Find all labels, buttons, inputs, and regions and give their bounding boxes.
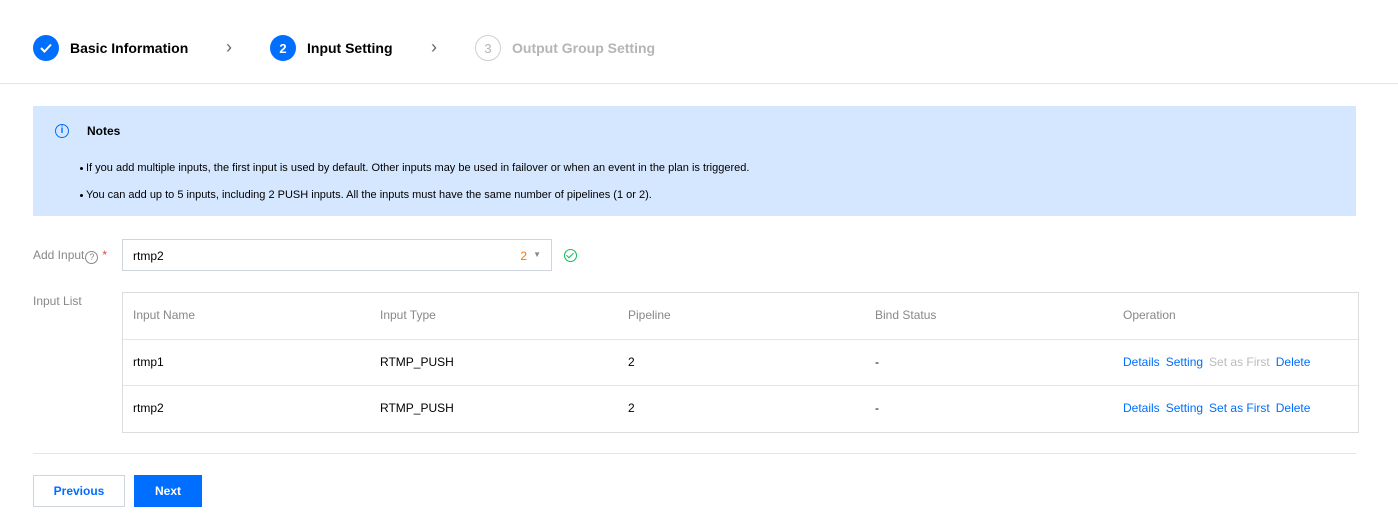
chevron-right-icon: › (431, 37, 437, 57)
step-label: Output Group Setting (512, 40, 656, 56)
details-link[interactable]: Details (1123, 401, 1160, 415)
column-header: Bind Status (875, 308, 937, 322)
column-header: Pipeline (628, 308, 671, 322)
help-icon[interactable]: ? (85, 251, 99, 264)
input-name: rtmp1 (133, 355, 164, 369)
operations: Details Setting Set as First Delete (1123, 355, 1316, 369)
step-basic-information[interactable]: Basic Information (33, 34, 188, 62)
setting-link[interactable]: Setting (1166, 355, 1203, 369)
bind-status: - (875, 355, 879, 369)
step-number: 3 (475, 35, 501, 61)
note-item: You can add up to 5 inputs, including 2 … (80, 189, 652, 201)
table-row: rtmp2 RTMP_PUSH 2 - Details Setting Set as… (123, 385, 1358, 432)
table-header: Input Name Input Type Pipeline Bind Stat… (123, 293, 1358, 339)
input-list-table: Input Name Input Type Pipeline Bind Stat… (122, 292, 1359, 433)
delete-link[interactable]: Delete (1276, 401, 1311, 415)
column-header: Operation (1123, 308, 1176, 322)
note-item: If you add multiple inputs, the first in… (79, 162, 750, 174)
input-list-label: Input List (33, 294, 82, 308)
add-input-label: Add Input? * (33, 248, 108, 264)
select-value: rtmp2 (133, 249, 164, 263)
pipeline: 2 (628, 355, 635, 369)
set-as-first-link[interactable]: Set as First (1209, 401, 1270, 415)
notes-panel: i Notes If you add multiple inputs, the … (33, 106, 1356, 216)
notes-title: Notes (87, 124, 121, 138)
notes-header: i Notes (55, 124, 120, 138)
checkmark-icon (33, 35, 59, 61)
caret-down-icon: ▼ (533, 250, 541, 259)
step-number: 2 (270, 35, 296, 61)
info-icon: i (55, 124, 69, 138)
details-link[interactable]: Details (1123, 355, 1160, 369)
column-header: Input Type (380, 308, 436, 322)
divider (33, 453, 1356, 454)
bind-status: - (875, 401, 879, 415)
check-circle-icon (564, 249, 577, 262)
table-row: rtmp1 RTMP_PUSH 2 - Details Setting Set as… (123, 339, 1358, 386)
add-input-select[interactable]: rtmp2 2 ▼ (122, 239, 552, 271)
step-output-group-setting[interactable]: 3 Output Group Setting (475, 34, 655, 62)
column-header: Input Name (133, 308, 196, 322)
previous-button[interactable]: Previous (33, 475, 125, 507)
delete-link[interactable]: Delete (1276, 355, 1311, 369)
set-as-first-link: Set as First (1209, 355, 1270, 369)
step-label: Input Setting (307, 40, 393, 56)
pipeline: 2 (628, 401, 635, 415)
chevron-right-icon: › (226, 37, 232, 57)
operations: Details Setting Set as First Delete (1123, 401, 1316, 415)
stepper: Basic Information › 2 Input Setting › 3 … (0, 0, 1398, 84)
input-name: rtmp2 (133, 401, 164, 415)
step-input-setting[interactable]: 2 Input Setting (270, 34, 393, 62)
input-type: RTMP_PUSH (380, 355, 454, 369)
setting-link[interactable]: Setting (1166, 401, 1203, 415)
step-label: Basic Information (70, 40, 189, 56)
input-type: RTMP_PUSH (380, 401, 454, 415)
select-count: 2 (520, 249, 527, 263)
required-mark: * (102, 248, 108, 262)
next-button[interactable]: Next (134, 475, 202, 507)
